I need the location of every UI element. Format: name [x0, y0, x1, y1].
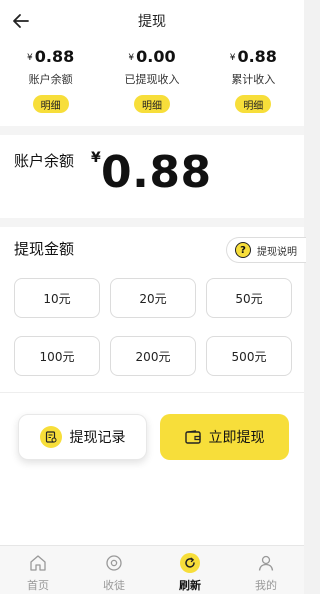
summary-label: 账户余额 — [28, 73, 73, 86]
summary-total: ¥0.88 累计收入 明细 — [203, 46, 304, 118]
withdraw-page: 提现 ¥0.88 账户余额 明细 ¥0.00 已提现收入 明细 ¥0.88 累计… — [0, 0, 306, 594]
amount-option-100[interactable]: 100元 — [14, 336, 100, 376]
total-detail-button[interactable]: 明细 — [235, 95, 272, 113]
balance-amount: 0.88 — [101, 147, 212, 198]
withdraw-now-button[interactable]: 立即提现 — [160, 414, 289, 460]
tab-label: 刷新 — [179, 579, 201, 592]
home-icon — [27, 552, 49, 574]
tab-mine[interactable]: 我的 — [228, 546, 304, 594]
currency-symbol: ¥ — [27, 53, 33, 63]
bottom-tab-bar: 首页 收徒 刷新 我的 — [0, 545, 304, 594]
back-arrow-icon — [13, 14, 29, 28]
summary-withdrawn: ¥0.00 已提现收入 明细 — [101, 46, 202, 118]
amount-option-10[interactable]: 10元 — [14, 278, 100, 318]
tab-refresh[interactable]: 刷新 — [152, 546, 228, 594]
amount-option-50[interactable]: 50元 — [206, 278, 292, 318]
wallet-icon — [184, 430, 201, 444]
balance-label: 账户余额 — [14, 152, 75, 170]
amount-option-20[interactable]: 20元 — [110, 278, 196, 318]
tab-home[interactable]: 首页 — [0, 546, 76, 594]
person-icon — [255, 552, 277, 574]
withdraw-help-button[interactable]: ? 提现说明 — [226, 237, 306, 263]
target-icon — [103, 552, 125, 574]
summary-amount: 0.88 — [34, 47, 75, 66]
withdraw-help-label: 提现说明 — [257, 246, 297, 258]
question-icon: ? — [235, 242, 251, 258]
section-divider — [0, 126, 304, 135]
top-bar: 提现 — [0, 0, 304, 42]
summary-amount: 0.00 — [136, 47, 176, 66]
refresh-icon — [179, 552, 201, 574]
summary-value: ¥0.00 — [128, 46, 175, 69]
withdrawn-detail-button[interactable]: 明细 — [133, 95, 170, 113]
amount-options: 10元 20元 50元 100元 200元 500元 — [14, 278, 292, 376]
summary-label: 累计收入 — [231, 73, 276, 86]
amount-option-500[interactable]: 500元 — [206, 336, 292, 376]
withdraw-records-button[interactable]: 提现记录 — [18, 414, 147, 460]
summary-amount: 0.88 — [237, 47, 277, 66]
withdraw-records-label: 提现记录 — [69, 430, 126, 446]
back-button[interactable] — [10, 10, 32, 32]
amount-option-200[interactable]: 200元 — [110, 336, 196, 376]
summary-label: 已提现收入 — [124, 73, 180, 86]
currency-symbol: ¥ — [128, 53, 135, 63]
tab-label: 首页 — [27, 579, 49, 592]
income-summary: ¥0.88 账户余额 明细 ¥0.00 已提现收入 明细 ¥0.88 累计收入 … — [0, 46, 304, 118]
balance-currency: ¥ — [91, 150, 101, 166]
balance-detail-button[interactable]: 明细 — [32, 95, 69, 113]
summary-value: ¥0.88 — [230, 46, 277, 69]
page-title: 提现 — [138, 14, 166, 30]
summary-value: ¥0.88 — [27, 46, 74, 69]
section-divider — [0, 218, 304, 227]
summary-balance: ¥0.88 账户余额 明细 — [0, 46, 101, 118]
tab-label: 我的 — [255, 579, 277, 592]
withdraw-now-label: 立即提现 — [208, 430, 265, 446]
tab-label: 收徒 — [103, 579, 125, 592]
balance-block: 账户余额 ¥ 0.88 — [0, 138, 304, 216]
currency-symbol: ¥ — [229, 53, 236, 63]
record-icon — [39, 426, 62, 448]
tab-apprentice[interactable]: 收徒 — [76, 546, 152, 594]
withdraw-amount-title: 提现金额 — [14, 240, 75, 258]
divider — [0, 392, 304, 393]
